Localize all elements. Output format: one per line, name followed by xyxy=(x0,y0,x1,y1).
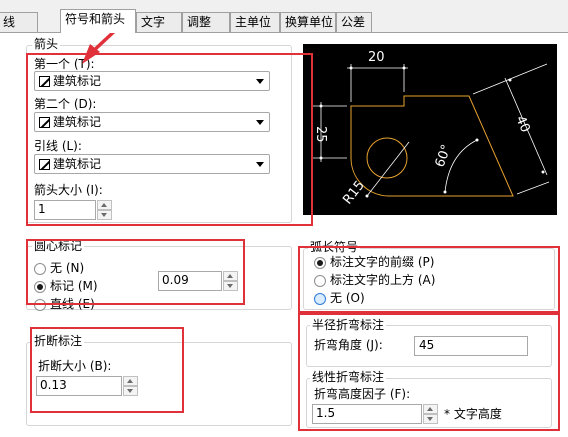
leader-label: 引线 (L): xyxy=(34,139,82,153)
spin-down-icon[interactable] xyxy=(223,281,238,291)
arrow-swatch-icon xyxy=(39,117,50,128)
radio-label: 标注文字的上方 (A) xyxy=(330,273,436,287)
spin-up-icon[interactable] xyxy=(423,404,438,414)
radio-icon xyxy=(34,299,46,311)
dim-right-text: 40 xyxy=(512,114,532,135)
preview-canvas: 20 25 40 60° R15 xyxy=(303,44,557,215)
break-size-label: 折断大小 (B): xyxy=(38,359,112,373)
jog-factor-label: 折弯高度因子 (F): xyxy=(314,387,411,401)
break-size-stepper[interactable]: 0.13 xyxy=(36,376,138,396)
arrow-size-input[interactable]: 1 xyxy=(34,200,96,220)
radio-icon xyxy=(34,263,46,275)
radio-icon xyxy=(314,275,326,287)
spin-up-icon[interactable] xyxy=(123,376,138,386)
arrow-swatch-icon xyxy=(39,76,50,87)
tab-alternate-units[interactable]: 换算单位 xyxy=(280,12,336,32)
leader-select[interactable]: 建筑标记 xyxy=(34,154,270,174)
center-mark-size-input[interactable]: 0.09 xyxy=(158,271,222,291)
leader-value: 建筑标记 xyxy=(53,157,102,171)
center-mark-size-stepper[interactable]: 0.09 xyxy=(158,271,238,291)
radio-label: 无 (O) xyxy=(330,291,365,305)
arrow-swatch-icon xyxy=(39,159,50,170)
break-size-input[interactable]: 0.13 xyxy=(36,376,122,396)
dim-break-group-title: 折断标注 xyxy=(32,334,85,348)
dim-top-text: 20 xyxy=(368,50,385,65)
second-arrow-label: 第二个 (D): xyxy=(34,97,97,111)
tab-label: 换算单位 xyxy=(285,15,334,29)
radio-label: 标记 (M) xyxy=(50,279,98,293)
tab-label: 文字 xyxy=(141,15,166,29)
tab-label: 主单位 xyxy=(235,15,272,29)
radius-leader xyxy=(366,141,410,197)
radio-icon xyxy=(34,281,46,293)
tab-primary-units[interactable]: 主单位 xyxy=(230,12,280,32)
center-marks-group-title: 圆心标记 xyxy=(32,239,85,253)
arc-length-group-title: 弧长符号 xyxy=(308,240,361,254)
dim-left-text: 25 xyxy=(313,126,328,143)
spin-down-icon[interactable] xyxy=(423,414,438,424)
linear-jog-group-title: 线性折弯标注 xyxy=(310,370,387,384)
tab-label: 公差 xyxy=(341,15,366,29)
chevron-down-icon xyxy=(256,120,264,125)
radio-label: 无 (N) xyxy=(50,261,85,275)
arrow-size-label: 箭头大小 (I): xyxy=(34,183,103,197)
second-arrow-value: 建筑标记 xyxy=(53,115,102,129)
second-arrow-select[interactable]: 建筑标记 xyxy=(34,112,270,132)
radius-jog-group-title: 半径折弯标注 xyxy=(310,318,387,332)
spin-up-icon[interactable] xyxy=(97,200,112,210)
preview-drawing: 20 25 40 60° R15 xyxy=(313,50,550,207)
dim-angle-text: 60° xyxy=(433,143,455,170)
radio-label: 标注文字的前缀 (P) xyxy=(330,255,435,269)
spin-down-icon[interactable] xyxy=(97,210,112,220)
tab-label: 线 xyxy=(3,15,16,29)
first-arrow-value: 建筑标记 xyxy=(53,74,102,88)
jog-factor-input[interactable]: 1.5 xyxy=(312,404,422,424)
arrowheads-group-title: 箭头 xyxy=(32,37,61,51)
radio-label: 直线 (E) xyxy=(50,297,95,311)
dim-ext-line xyxy=(516,181,550,195)
tab-lines[interactable]: 线 xyxy=(0,12,38,32)
tab-label: 调整 xyxy=(187,15,212,29)
tab-bar: 线 符号和箭头 文字 调整 主单位 换算单位 公差 xyxy=(0,0,568,33)
tab-label: 符号和箭头 xyxy=(65,12,126,26)
jog-angle-input[interactable]: 45 xyxy=(414,336,528,356)
chevron-down-icon xyxy=(256,162,264,167)
jog-angle-label: 折弯角度 (J): xyxy=(314,338,383,352)
part-hole xyxy=(366,137,408,179)
jog-factor-suffix: * 文字高度 xyxy=(444,407,502,421)
tab-tolerances[interactable]: 公差 xyxy=(336,12,372,32)
tab-fit[interactable]: 调整 xyxy=(182,12,230,32)
tab-symbols-arrows[interactable]: 符号和箭头 xyxy=(60,9,136,33)
part-outline xyxy=(350,95,514,197)
dim-radius-text: R15 xyxy=(340,178,368,207)
spin-down-icon[interactable] xyxy=(123,386,138,396)
spin-up-icon[interactable] xyxy=(223,271,238,281)
radio-icon xyxy=(314,257,326,269)
radio-icon xyxy=(314,293,326,305)
arrow-size-stepper[interactable]: 1 xyxy=(34,200,112,220)
jog-factor-stepper[interactable]: 1.5 xyxy=(312,404,438,424)
chevron-down-icon xyxy=(256,79,264,84)
tab-text[interactable]: 文字 xyxy=(136,12,182,32)
first-arrow-select[interactable]: 建筑标记 xyxy=(34,71,270,91)
